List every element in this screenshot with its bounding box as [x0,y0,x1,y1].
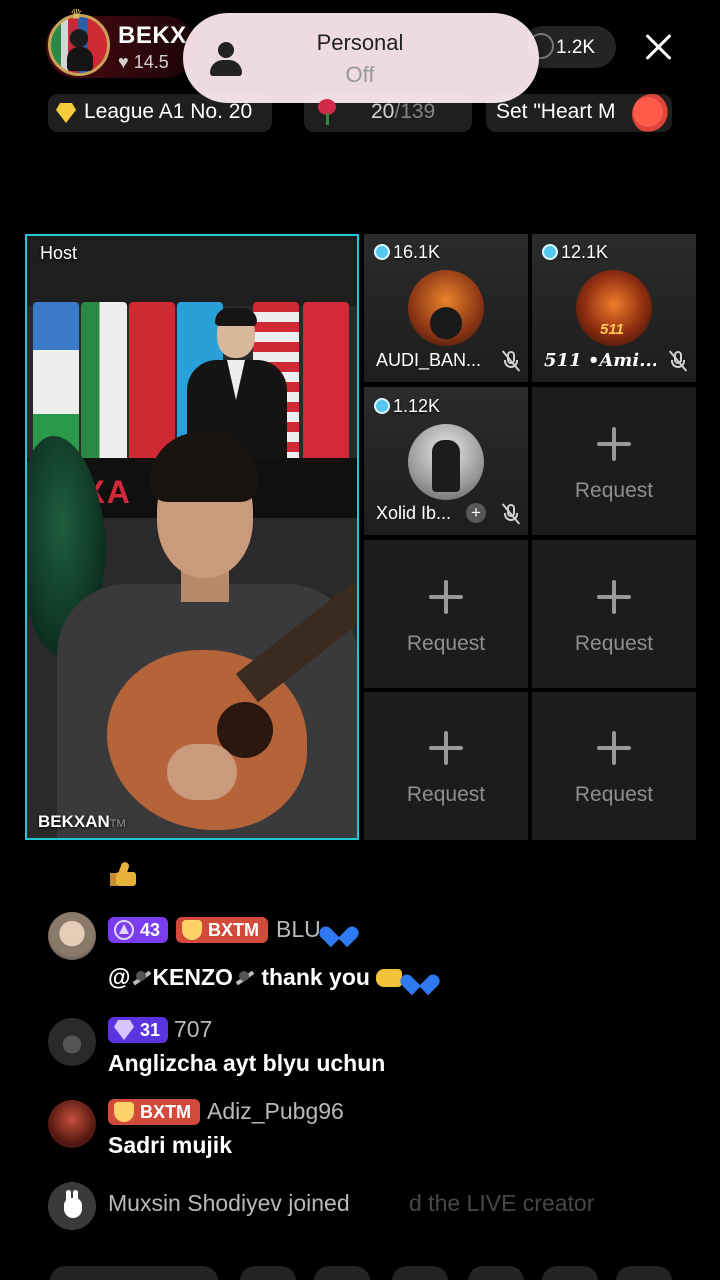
ninja-icon [233,967,255,989]
rose-icon [314,99,340,125]
gem-icon [114,1020,134,1040]
fan-club-icon [114,1102,134,1122]
host-video-tile[interactable]: EKXA [25,234,359,840]
request-label: Request [574,632,654,655]
heart-icon: ♥ [118,52,129,72]
request-tile[interactable] [532,540,696,688]
avatar[interactable] [48,912,96,960]
toast-title: Personal [316,30,404,55]
avatar[interactable] [48,1100,96,1148]
fan-club-badge: BXTM [176,917,268,943]
join-notice: Muxsin Shodiyev joined [108,1190,350,1216]
guest-name: AUDI_BAN... [376,350,482,370]
bottom-action-button[interactable] [240,1266,296,1280]
guest-score: 1.12K [374,396,440,417]
request-label: Request [574,479,654,502]
request-tile[interactable] [532,692,696,840]
join-notice-fade: d the LIVE creator [409,1190,595,1216]
guest-name: Xolid Ib... [376,503,452,523]
chat-message: @ KENZO thank you [108,964,432,991]
person-icon [209,42,243,78]
blue-heart-icon [408,966,432,988]
host-likes: ♥ 14.5 [118,52,169,73]
request-label: Request [406,632,486,655]
mic-muted-icon [667,350,689,372]
plus-icon [429,731,463,765]
chat-username[interactable]: Adiz_Pubg96 [207,1098,344,1125]
chat-username[interactable]: BLU [276,916,351,943]
request-label: Request [406,783,486,806]
avatar[interactable] [48,1018,96,1066]
wave-hand-icon [58,1190,88,1220]
fan-club-icon [182,920,202,940]
level-badge: 43 [108,917,168,943]
avatar [408,270,484,346]
bottom-action-button[interactable] [314,1266,370,1280]
bottom-action-button[interactable] [542,1266,598,1280]
host-tile-label: Host [40,243,78,263]
comment-input[interactable] [50,1266,218,1280]
request-tile[interactable] [364,692,528,840]
chat-message: Sadri mujik [108,1132,232,1158]
ninja-icon [130,967,152,989]
fan-club-badge: BXTM [108,1099,200,1125]
rank-progress: 20/139 [371,100,436,123]
plus-icon [597,731,631,765]
crown-icon: ♛ [70,6,83,22]
blue-heart-icon [327,918,351,940]
close-button[interactable] [640,28,678,66]
league-label: League A1 No. 20 [84,100,253,123]
guest-score: 16.1K [374,242,440,263]
bottom-action-button[interactable] [392,1266,448,1280]
plus-icon [429,580,463,614]
level-badge: 31 [108,1017,168,1043]
coin-icon [374,398,390,414]
mic-muted-icon [500,503,522,525]
chat-username[interactable]: 707 [174,1016,212,1043]
guest-score: 12.1K [542,242,608,263]
mic-muted-icon [500,350,522,372]
request-tile[interactable] [364,540,528,688]
pointing-hand-icon [375,969,402,987]
gift-icon[interactable] [632,94,672,134]
follow-plus-button[interactable]: + [466,503,486,523]
coin-icon [374,244,390,260]
avatar [408,424,484,500]
host-avatar[interactable] [48,14,110,76]
host-likes-value: 14.5 [133,52,169,72]
coin-icon [542,244,558,260]
request-label: Request [574,783,654,806]
plus-icon [597,427,631,461]
viewer-count: 1.2K [556,37,596,58]
bottom-action-button[interactable] [616,1266,672,1280]
host-watermark: BEKXANTM [38,812,126,831]
plus-icon [597,580,631,614]
bottom-action-button[interactable] [468,1266,524,1280]
guest-name: 511 •Ami... [544,350,656,371]
thumbs-up-icon [110,861,136,888]
avatar-text: 511 [600,321,624,338]
host-name: BEKX [118,22,187,49]
heart-mission-label: Set "Heart M [496,100,616,123]
chat-message: Anglizcha ayt blyu uchun [108,1050,386,1076]
level-icon [114,920,134,940]
toast-status: Off [345,62,375,87]
request-tile[interactable] [532,387,696,535]
